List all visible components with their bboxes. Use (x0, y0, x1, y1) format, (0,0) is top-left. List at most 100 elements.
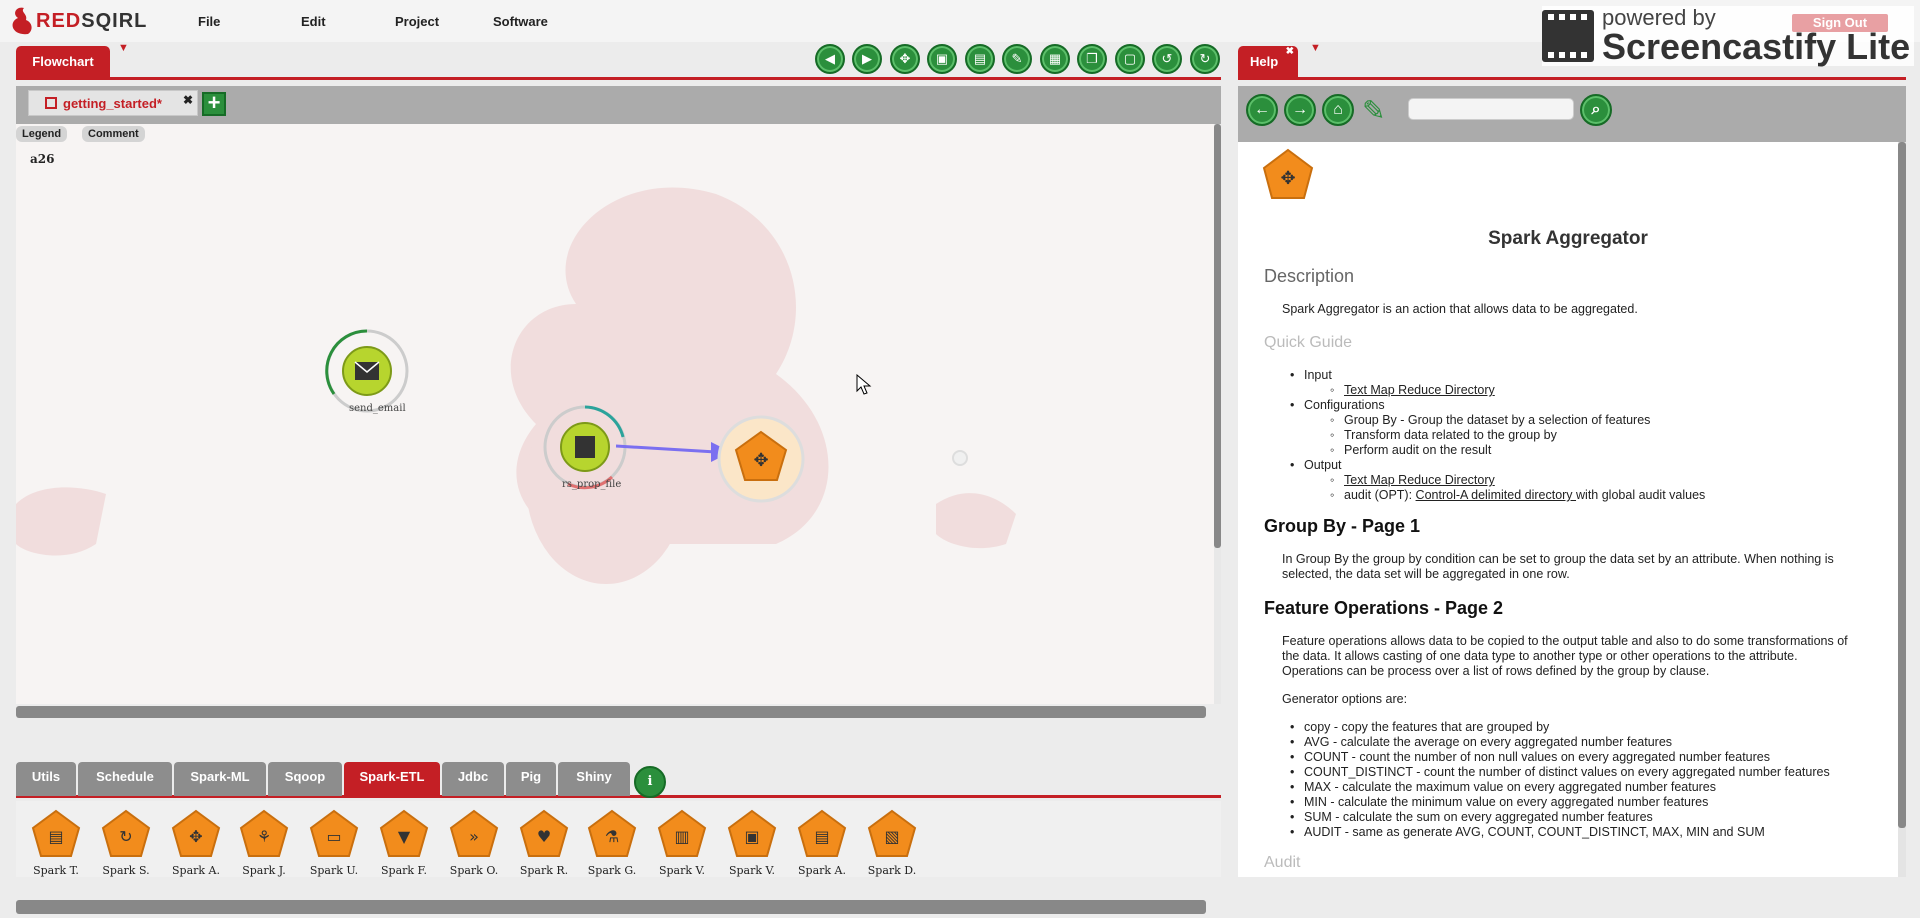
generator-item: COUNT_DISTINCT - count the number of dis… (1290, 765, 1830, 779)
tab-pig[interactable]: Pig (506, 762, 556, 796)
help-vscroll-thumb[interactable] (1898, 142, 1906, 828)
back-arrow-icon[interactable]: ← (1246, 94, 1278, 126)
search-icon[interactable]: ⌕ (1580, 94, 1612, 126)
config-item: Transform data related to the group by (1330, 428, 1557, 442)
svg-text:↻: ↻ (119, 827, 132, 846)
palette-item-3[interactable]: ⚘ Spark J. (234, 809, 294, 877)
input-link[interactable]: Text Map Reduce Directory (1330, 383, 1495, 397)
spark-action-icon: ▤ (797, 809, 847, 857)
help-content: ✥ Spark Aggregator Description Spark Agg… (1238, 142, 1898, 877)
help-vertical-scrollbar[interactable] (1898, 142, 1906, 877)
select-icon[interactable]: ✥ (890, 44, 920, 74)
spark-aggregator-icon: ✥ (1262, 148, 1314, 199)
save-as-icon[interactable]: ✎ (1002, 44, 1032, 74)
open-icon[interactable]: ▣ (927, 44, 957, 74)
canvas-vscroll-thumb[interactable] (1214, 124, 1221, 548)
palette-item-label: Spark S. (102, 864, 150, 877)
generator-item: copy - copy the features that are groupe… (1290, 720, 1549, 734)
save-all-icon[interactable]: ▦ (1040, 44, 1070, 74)
palette-item-label: Spark V. (728, 864, 776, 877)
run-forward-icon[interactable]: ▶ (852, 44, 882, 74)
generator-item: MIN - calculate the minimum value on eve… (1290, 795, 1708, 809)
tab-flowchart[interactable]: Flowchart (16, 46, 110, 80)
file-tab-getting-started[interactable]: getting_started* ✖ (28, 90, 198, 116)
app-logo[interactable]: RED SQIRL (6, 4, 147, 38)
home-icon[interactable]: ⌂ (1322, 94, 1354, 126)
spark-action-icon: ▼ (379, 809, 429, 857)
flowchart-canvas[interactable]: Legend Comment a26 send_email rs_prop_fi… (16, 124, 1214, 704)
help-title: Spark Aggregator (1488, 228, 1648, 249)
feature-operations-heading: Feature Operations - Page 2 (1264, 598, 1504, 618)
config-item: Group By - Group the dataset by a select… (1330, 413, 1650, 427)
palette-item-label: Spark F. (381, 864, 427, 877)
paste-icon[interactable]: ▢ (1115, 44, 1145, 74)
svg-text:⚗: ⚗ (605, 827, 619, 846)
palette-item-7[interactable]: ♥ Spark R. (514, 809, 574, 877)
palette-item-1[interactable]: ↻ Spark S. (96, 809, 156, 877)
canvas-horizontal-scrollbar[interactable] (16, 706, 1206, 718)
palette-item-6[interactable]: » Spark O. (444, 809, 504, 877)
spark-action-icon: ▭ (309, 809, 359, 857)
palette-item-11[interactable]: ▤ Spark A. (792, 809, 852, 877)
palette-item-10[interactable]: ▣ Spark V. (722, 809, 782, 877)
redo-icon[interactable]: ↻ (1190, 44, 1220, 74)
sign-out-button[interactable]: Sign Out (1792, 14, 1888, 32)
save-icon[interactable]: ▤ (965, 44, 995, 74)
palette-item-2[interactable]: ✥ Spark A. (166, 809, 226, 877)
help-search-input[interactable] (1408, 98, 1574, 120)
tab-utils[interactable]: Utils (16, 762, 76, 796)
output-label: Output (1290, 458, 1341, 472)
help-dropdown-icon[interactable]: ▼ (1310, 42, 1321, 54)
copy-icon[interactable]: ❐ (1077, 44, 1107, 74)
tab-spark-etl[interactable]: Spark-ETL (344, 762, 440, 796)
run-back-icon[interactable]: ◀ (815, 44, 845, 74)
generator-item: AVG - calculate the average on every agg… (1290, 735, 1672, 749)
palette-item-9[interactable]: ▥ Spark V. (652, 809, 712, 877)
close-help-icon[interactable]: ✖ (1286, 36, 1294, 68)
output-link[interactable]: Text Map Reduce Directory (1330, 473, 1495, 487)
generator-item: MAX - calculate the maximum value on eve… (1290, 780, 1716, 794)
palette-item-12[interactable]: ▧ Spark D. (862, 809, 922, 877)
legend-tab[interactable]: Legend (16, 126, 68, 142)
audit-link[interactable]: Control-A delimited directory (1416, 488, 1576, 502)
menu-file[interactable]: File (198, 14, 220, 29)
add-tab-button[interactable]: + (202, 92, 226, 116)
canvas-vertical-scrollbar[interactable] (1214, 124, 1221, 704)
forward-arrow-icon[interactable]: → (1284, 94, 1316, 126)
tab-spark-ml[interactable]: Spark-ML (174, 762, 266, 796)
pin-icon[interactable]: ✎ (1362, 94, 1385, 127)
tab-sqoop[interactable]: Sqoop (268, 762, 342, 796)
info-button[interactable]: i (634, 766, 666, 798)
close-tab-icon[interactable]: ✖ (183, 93, 193, 107)
spark-aggregator-node[interactable]: ✥ (716, 414, 806, 504)
config-item: Perform audit on the result (1330, 443, 1491, 457)
menu-software[interactable]: Software (493, 14, 548, 29)
menu-project[interactable]: Project (395, 14, 439, 29)
spark-action-icon: ✥ (171, 809, 221, 857)
tab-schedule[interactable]: Schedule (78, 762, 172, 796)
palette-item-label: Spark G. (587, 864, 637, 877)
flowchart-dropdown-icon[interactable]: ▼ (118, 42, 129, 54)
palette-horizontal-scrollbar[interactable] (16, 900, 1206, 914)
palette-item-4[interactable]: ▭ Spark U. (304, 809, 364, 877)
comment-tab[interactable]: Comment (82, 126, 145, 142)
svg-text:✥: ✥ (1280, 168, 1295, 189)
help-tab-label: Help (1250, 54, 1279, 69)
palette-item-8[interactable]: ⚗ Spark G. (582, 809, 642, 877)
feature-operations-text: Feature operations allows data to be cop… (1282, 634, 1848, 678)
spark-action-icon: » (449, 809, 499, 857)
palette-item-0[interactable]: ▤ Spark T. (26, 809, 86, 877)
palette-item-5[interactable]: ▼ Spark F. (374, 809, 434, 877)
tab-jdbc[interactable]: Jdbc (442, 762, 504, 796)
palette-item-label: Spark T. (33, 864, 79, 877)
audit-output-item: audit (OPT): Control-A delimited directo… (1330, 488, 1705, 502)
menu-edit[interactable]: Edit (301, 14, 326, 29)
svg-text:▥: ▥ (674, 827, 689, 846)
group-by-text: In Group By the group by condition can b… (1282, 552, 1834, 581)
palette-item-label: Spark A. (172, 864, 220, 877)
tab-help[interactable]: Help ✖ (1238, 46, 1298, 80)
squirrel-logo-icon (12, 7, 32, 35)
palette-item-label: Spark J. (242, 864, 286, 877)
undo-icon[interactable]: ↺ (1152, 44, 1182, 74)
tab-shiny[interactable]: Shiny (558, 762, 630, 796)
